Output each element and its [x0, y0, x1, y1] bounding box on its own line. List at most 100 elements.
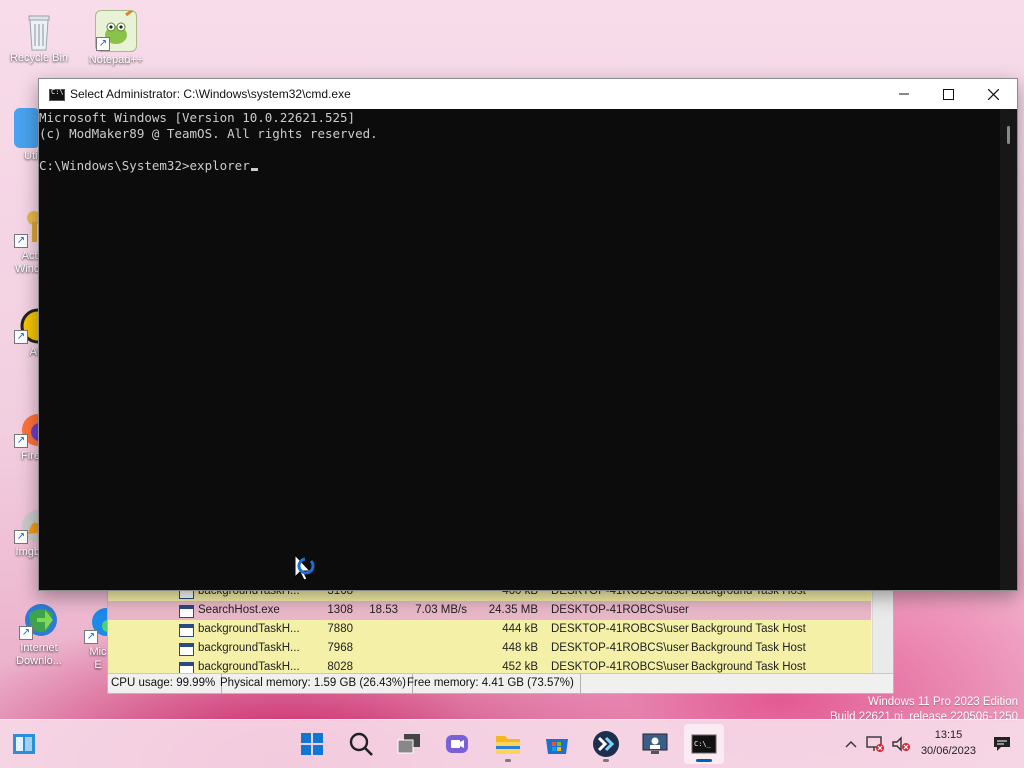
console-command: C:\Windows\System32>explorer	[39, 158, 250, 173]
status-free-memory: Free memory: 4.41 GB (73.57%)	[407, 674, 581, 693]
svg-text:C:\_: C:\_	[694, 740, 712, 748]
shortcut-arrow-icon: ↗	[96, 37, 110, 51]
process-pid: 1308	[327, 604, 353, 616]
desktop-icon-label: Internet Downlo...	[16, 642, 62, 667]
maximize-icon	[942, 88, 954, 100]
search-button[interactable]	[341, 724, 381, 764]
console-scrollbar[interactable]	[1000, 109, 1017, 590]
desktop-icon-firefox[interactable]: ↗ Fire	[0, 408, 54, 463]
process-icon	[179, 605, 194, 618]
remote-app-button[interactable]	[635, 724, 675, 764]
desktop-icon-label: Util	[24, 150, 40, 162]
desktop-icon-label: Recycle Bin	[9, 52, 69, 64]
scrollbar-thumb[interactable]	[1007, 126, 1010, 144]
shortcut-arrow-icon: ↗	[14, 234, 28, 248]
desktop-icon-notepadpp[interactable]: ↗ Notepad++	[84, 7, 148, 67]
minimize-button[interactable]	[881, 79, 927, 109]
process-row[interactable]: backgroundTaskH... 7880 444 kB DESKTOP-41RO…	[108, 620, 871, 639]
chat-button[interactable]	[437, 724, 477, 764]
desktop-icon-label: Imgb	[15, 546, 40, 558]
shortcut-arrow-icon: ↗	[19, 626, 33, 640]
cmd-taskbar-button[interactable]: C:\_	[684, 724, 724, 764]
notifications-button[interactable]	[990, 720, 1014, 768]
widgets-button[interactable]	[4, 724, 44, 764]
key-icon: ↗	[14, 208, 41, 248]
notepadpp-icon: ↗	[95, 7, 137, 52]
process-private-bytes: 24.35 MB	[488, 604, 538, 616]
desktop-icon-internet-download-manager[interactable]: ↗ Internet Downlo...	[7, 600, 71, 668]
window-title: Select Administrator: C:\Windows\system3…	[70, 87, 351, 101]
app-button[interactable]	[586, 724, 626, 764]
desktop-icon-imgburn[interactable]: ↗ Imgb	[0, 504, 54, 559]
close-icon	[987, 88, 999, 100]
process-pid: 7968	[327, 642, 353, 654]
process-explorer-window[interactable]: backgroundTaskH... 3168 460 kB DESKTOP-41RO…	[107, 582, 894, 694]
process-name: backgroundTaskH...	[198, 623, 300, 635]
start-button[interactable]	[292, 724, 332, 764]
shortcut-arrow-icon: ↗	[14, 330, 28, 344]
clock-date: 30/06/2023	[920, 745, 976, 757]
file-explorer-button[interactable]	[488, 724, 528, 764]
terminal-icon: C:\_	[691, 734, 717, 754]
network-button[interactable]	[864, 720, 886, 768]
process-private-bytes: 444 kB	[502, 623, 538, 635]
globe-download-icon: ↗	[19, 600, 59, 640]
task-view-button[interactable]	[389, 724, 429, 764]
process-description: Background Task Host	[691, 623, 806, 635]
status-physical-memory: Physical memory: 1.59 GB (26.43%)	[220, 674, 413, 693]
process-io: 7.03 MB/s	[415, 604, 467, 616]
desktop-icon-label: Fire	[21, 450, 40, 462]
firefox-icon: ↗	[14, 408, 54, 448]
process-icon	[179, 643, 194, 656]
process-cpu: 18.53	[369, 604, 398, 616]
monitor-person-icon	[642, 733, 668, 754]
process-icon	[179, 624, 194, 637]
status-cpu-usage: CPU usage: 99.99%	[111, 674, 223, 693]
console-line: Microsoft Windows [Version 10.0.22621.52…	[39, 110, 356, 125]
chevron-up-icon	[845, 741, 857, 748]
store-button[interactable]	[537, 724, 577, 764]
desktop-icon-label: AI	[29, 346, 40, 358]
text-cursor	[250, 168, 258, 171]
search-icon	[349, 732, 373, 756]
running-indicator	[505, 759, 511, 762]
watermark-edition: Windows 11 Pro 2023 Edition	[867, 696, 1018, 708]
desktop-icon-util[interactable]: Util	[0, 108, 40, 163]
disc-burn-icon: ↗	[14, 504, 54, 544]
console-output[interactable]: Microsoft Windows [Version 10.0.22621.52…	[39, 109, 1000, 590]
process-pid: 7880	[327, 623, 353, 635]
desktop-icon-recycle-bin[interactable]: Recycle Bin	[7, 10, 71, 65]
widgets-icon	[13, 734, 35, 754]
process-name: backgroundTaskH...	[198, 642, 300, 654]
store-icon	[546, 739, 568, 754]
process-private-bytes: 448 kB	[502, 642, 538, 654]
process-row[interactable]: backgroundTaskH... 7968 448 kB DESKTOP-41RO…	[108, 639, 871, 658]
process-row[interactable]: SearchHost.exe 1308 18.53 7.03 MB/s 24.35 MB…	[108, 601, 871, 620]
process-name: SearchHost.exe	[198, 604, 280, 616]
busy-cursor-icon	[295, 555, 315, 581]
window-titlebar[interactable]: Select Administrator: C:\Windows\system3…	[39, 79, 1017, 109]
close-button[interactable]	[970, 79, 1016, 109]
volume-button[interactable]	[890, 720, 912, 768]
volume-muted-icon	[892, 736, 910, 752]
process-user: DESKTOP-41ROBCS\user	[551, 623, 689, 635]
running-indicator	[603, 759, 609, 762]
process-list-scrollbar[interactable]	[872, 587, 893, 673]
cmd-window[interactable]: Select Administrator: C:\Windows\system3…	[38, 78, 1018, 591]
desktop-icon-label: Acti Wind	[14, 250, 40, 275]
maximize-button[interactable]	[925, 79, 971, 109]
process-user: DESKTOP-41ROBCS\user	[551, 642, 689, 654]
desktop-icon-label: Notepad++	[88, 54, 144, 66]
folder-icon	[496, 736, 520, 754]
clock[interactable]: 13:15 30/06/2023	[921, 727, 976, 759]
desktop-icon-ai[interactable]: ↗ AI	[0, 304, 56, 359]
desktop-icon-activate-windows[interactable]: ↗ Acti Wind	[0, 208, 41, 276]
network-disconnected-icon	[866, 736, 884, 752]
show-hidden-icons-button[interactable]	[842, 720, 860, 768]
shortcut-arrow-icon: ↗	[14, 434, 28, 448]
taskbar: C:\_ 13:15 30/06/2023	[0, 719, 1024, 768]
shortcut-arrow-icon: ↗	[84, 630, 98, 644]
status-bar: CPU usage: 99.99% Physical memory: 1.59 …	[108, 673, 893, 693]
notification-icon	[994, 737, 1010, 751]
folder-icon	[14, 108, 40, 148]
